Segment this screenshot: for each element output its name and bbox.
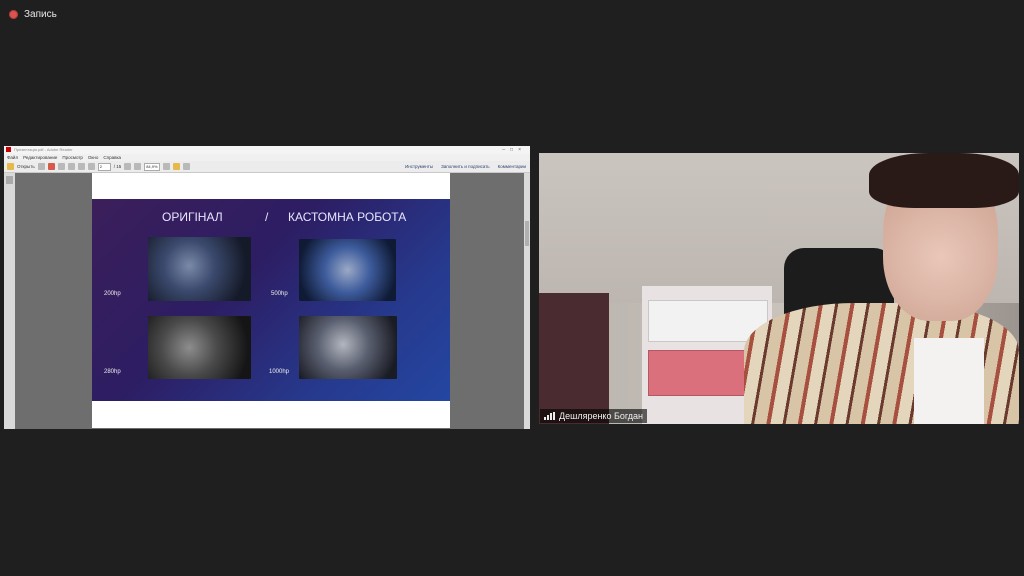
presentation-slide: ОРИГІНАЛ / КАСТОМНА РОБОТА 200hp 500hp 2… xyxy=(92,199,450,401)
expand-icon[interactable] xyxy=(182,163,190,170)
create-icon[interactable] xyxy=(37,163,45,170)
navigation-rail xyxy=(4,173,15,429)
menu-edit[interactable]: Редактирование xyxy=(23,154,57,161)
open-folder-icon[interactable] xyxy=(7,163,14,170)
participant-video[interactable] xyxy=(539,153,1019,424)
scrollbar-thumb[interactable] xyxy=(525,221,529,246)
slide-title-original: ОРИГІНАЛ xyxy=(162,210,223,224)
tools-panel-button[interactable]: Инструменты xyxy=(405,164,433,169)
document-area: ОРИГІНАЛ / КАСТОМНА РОБОТА 200hp 500hp 2… xyxy=(4,173,530,429)
slide-title-separator: / xyxy=(265,210,269,224)
record-icon xyxy=(9,10,18,19)
page-total: / 15 xyxy=(113,164,122,169)
save-icon[interactable] xyxy=(47,163,55,170)
engine-photo-original-2 xyxy=(148,316,251,379)
print-icon[interactable] xyxy=(57,163,65,170)
hp-label: 1000hp xyxy=(269,369,290,375)
engine-photo-custom-2 xyxy=(299,316,397,379)
hp-label: 200hp xyxy=(104,291,121,297)
next-page-icon[interactable] xyxy=(87,163,95,170)
engine-photo-custom-1 xyxy=(299,239,396,301)
signal-bars-icon xyxy=(544,412,555,420)
recording-indicator: Запись xyxy=(9,9,57,20)
email-icon[interactable] xyxy=(67,163,75,170)
participant-shirt xyxy=(914,338,984,424)
vertical-scrollbar[interactable] xyxy=(524,173,530,429)
participant-name-tag: Дешляренко Богдан xyxy=(540,409,647,423)
menu-bar: Файл Редактирование Просмотр Окно Справк… xyxy=(4,154,530,161)
menu-window[interactable]: Окно xyxy=(88,154,98,161)
zoom-input[interactable]: 84,9% xyxy=(144,162,160,171)
window-title: Презентація.pdf - Adobe Reader xyxy=(14,147,73,152)
fit-page-icon[interactable] xyxy=(162,163,170,170)
hp-label: 280hp xyxy=(104,369,121,375)
slide-title-custom: КАСТОМНА РОБОТА xyxy=(288,210,407,224)
comments-panel-button[interactable]: Комментарии xyxy=(498,164,526,169)
page-thumbnails-icon[interactable] xyxy=(6,176,13,184)
comment-icon[interactable] xyxy=(172,163,180,170)
prev-page-icon[interactable] xyxy=(77,163,85,170)
toolbar-panels: Инструменты Заполнить и подписать Коммен… xyxy=(405,161,526,172)
menu-view[interactable]: Просмотр xyxy=(62,154,83,161)
pdf-page: ОРИГІНАЛ / КАСТОМНА РОБОТА 200hp 500hp 2… xyxy=(92,173,450,428)
window-title-bar: Презентація.pdf - Adobe Reader –□× xyxy=(4,146,530,154)
recording-label: Запись xyxy=(24,9,57,20)
window-controls[interactable]: –□× xyxy=(502,146,526,154)
zoom-out-icon[interactable] xyxy=(124,163,132,170)
engine-photo-original-1 xyxy=(148,237,251,301)
pdf-toolbar: Открыть 2 / 15 84,9% Инструменты Заполни… xyxy=(4,161,530,173)
hp-label: 500hp xyxy=(271,291,288,297)
pdf-app-icon xyxy=(6,147,11,152)
menu-help[interactable]: Справка xyxy=(103,154,121,161)
open-button[interactable]: Открыть xyxy=(17,164,35,169)
shared-screen: Презентація.pdf - Adobe Reader –□× Файл … xyxy=(4,146,530,429)
participant-name: Дешляренко Богдан xyxy=(559,411,643,421)
participant-hair xyxy=(869,153,1019,208)
page-number-input[interactable]: 2 xyxy=(97,162,111,171)
zoom-in-icon[interactable] xyxy=(134,163,142,170)
video-background-object xyxy=(539,293,609,424)
menu-file[interactable]: Файл xyxy=(7,154,18,161)
fill-sign-panel-button[interactable]: Заполнить и подписать xyxy=(441,164,490,169)
